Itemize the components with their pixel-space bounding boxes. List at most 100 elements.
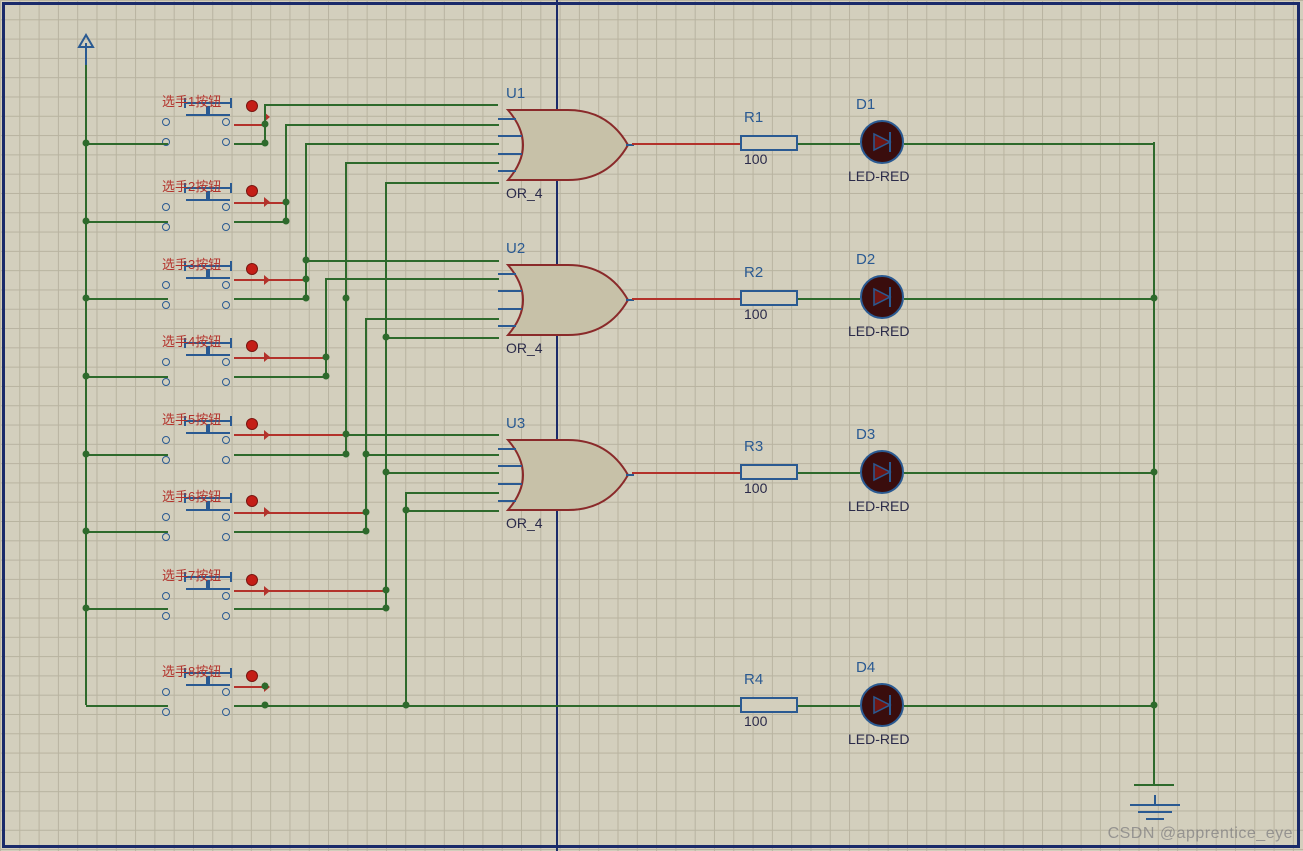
or-gate-U1[interactable] <box>498 105 634 185</box>
resistor-value: 100 <box>744 480 767 496</box>
power-terminal[interactable] <box>76 35 96 68</box>
junction <box>343 295 350 302</box>
junction <box>262 140 269 147</box>
led-D2[interactable] <box>860 275 904 319</box>
wire <box>86 705 168 707</box>
button-indicator-icon <box>246 185 258 197</box>
junction <box>363 509 370 516</box>
junction <box>283 218 290 225</box>
junction <box>383 605 390 612</box>
wire <box>86 143 168 145</box>
resistor-ref: R2 <box>744 264 763 281</box>
wire <box>234 686 264 688</box>
wire <box>798 705 860 707</box>
wire <box>385 472 499 474</box>
wire <box>904 705 1154 707</box>
led-type: LED-RED <box>848 323 909 339</box>
resistor-value: 100 <box>744 151 767 167</box>
junction <box>323 373 330 380</box>
button-indicator-icon <box>246 340 258 352</box>
led-D4[interactable] <box>860 683 904 727</box>
wire <box>904 472 1154 474</box>
wire <box>305 260 499 262</box>
led-D1[interactable] <box>860 120 904 164</box>
wire <box>798 298 860 300</box>
resistor-R4[interactable] <box>740 697 798 713</box>
resistor-ref: R3 <box>744 438 763 455</box>
junction <box>262 683 269 690</box>
wire <box>234 279 306 281</box>
wire <box>234 202 286 204</box>
wire <box>904 298 1154 300</box>
junction <box>303 257 310 264</box>
button-indicator-icon <box>246 100 258 112</box>
junction <box>363 451 370 458</box>
wire <box>632 143 740 145</box>
wire <box>285 124 287 223</box>
junction <box>343 431 350 438</box>
gate-ref: U3 <box>506 415 525 432</box>
wire <box>385 182 387 610</box>
wire <box>86 221 168 223</box>
button-indicator-icon <box>246 670 258 682</box>
wire <box>234 454 346 456</box>
button-label: 选手3按钮 <box>162 254 221 273</box>
wire <box>234 221 286 223</box>
resistor-R1[interactable] <box>740 135 798 151</box>
wire <box>86 531 168 533</box>
led-ref: D4 <box>856 659 875 676</box>
button-label: 选手8按钮 <box>162 661 221 680</box>
wire <box>325 278 327 378</box>
wire <box>234 608 386 610</box>
wire <box>285 124 499 126</box>
gate-type: OR_4 <box>506 515 543 531</box>
gate-ref: U2 <box>506 240 525 257</box>
wire <box>1153 142 1155 786</box>
resistor-ref: R1 <box>744 109 763 126</box>
resistor-R2[interactable] <box>740 290 798 306</box>
wire <box>234 590 386 592</box>
button-label: 选手5按钮 <box>162 409 221 428</box>
junction <box>383 587 390 594</box>
button-indicator-icon <box>246 495 258 507</box>
wire <box>798 143 860 145</box>
junction <box>262 121 269 128</box>
watermark: CSDN @apprentice_eye <box>1108 825 1293 843</box>
wire <box>234 298 306 300</box>
gate-type: OR_4 <box>506 185 543 201</box>
led-D3[interactable] <box>860 450 904 494</box>
wire <box>325 278 499 280</box>
wire <box>798 472 860 474</box>
junction <box>403 702 410 709</box>
junction <box>283 199 290 206</box>
button-label: 选手6按钮 <box>162 486 221 505</box>
wire <box>234 376 326 378</box>
or-gate-U3[interactable] <box>498 435 634 515</box>
led-ref: D2 <box>856 251 875 268</box>
junction <box>303 295 310 302</box>
led-ref: D3 <box>856 426 875 443</box>
button-label: 选手1按钮 <box>162 91 221 110</box>
button-label: 选手7按钮 <box>162 565 221 584</box>
wire <box>234 357 326 359</box>
junction <box>262 702 269 709</box>
junction <box>323 354 330 361</box>
wire <box>234 124 264 126</box>
wire <box>86 298 168 300</box>
or-gate-U2[interactable] <box>498 260 634 340</box>
button-indicator-icon <box>246 574 258 586</box>
ground-terminal[interactable] <box>1120 795 1190 828</box>
wire <box>234 531 366 533</box>
junction <box>303 276 310 283</box>
resistor-value: 100 <box>744 306 767 322</box>
led-ref: D1 <box>856 96 875 113</box>
wire <box>345 162 347 456</box>
resistor-R3[interactable] <box>740 464 798 480</box>
wire <box>234 434 346 436</box>
wire <box>632 298 740 300</box>
wire <box>1134 784 1174 786</box>
junction <box>343 451 350 458</box>
wire <box>345 162 499 164</box>
wire <box>405 492 499 494</box>
led-type: LED-RED <box>848 168 909 184</box>
